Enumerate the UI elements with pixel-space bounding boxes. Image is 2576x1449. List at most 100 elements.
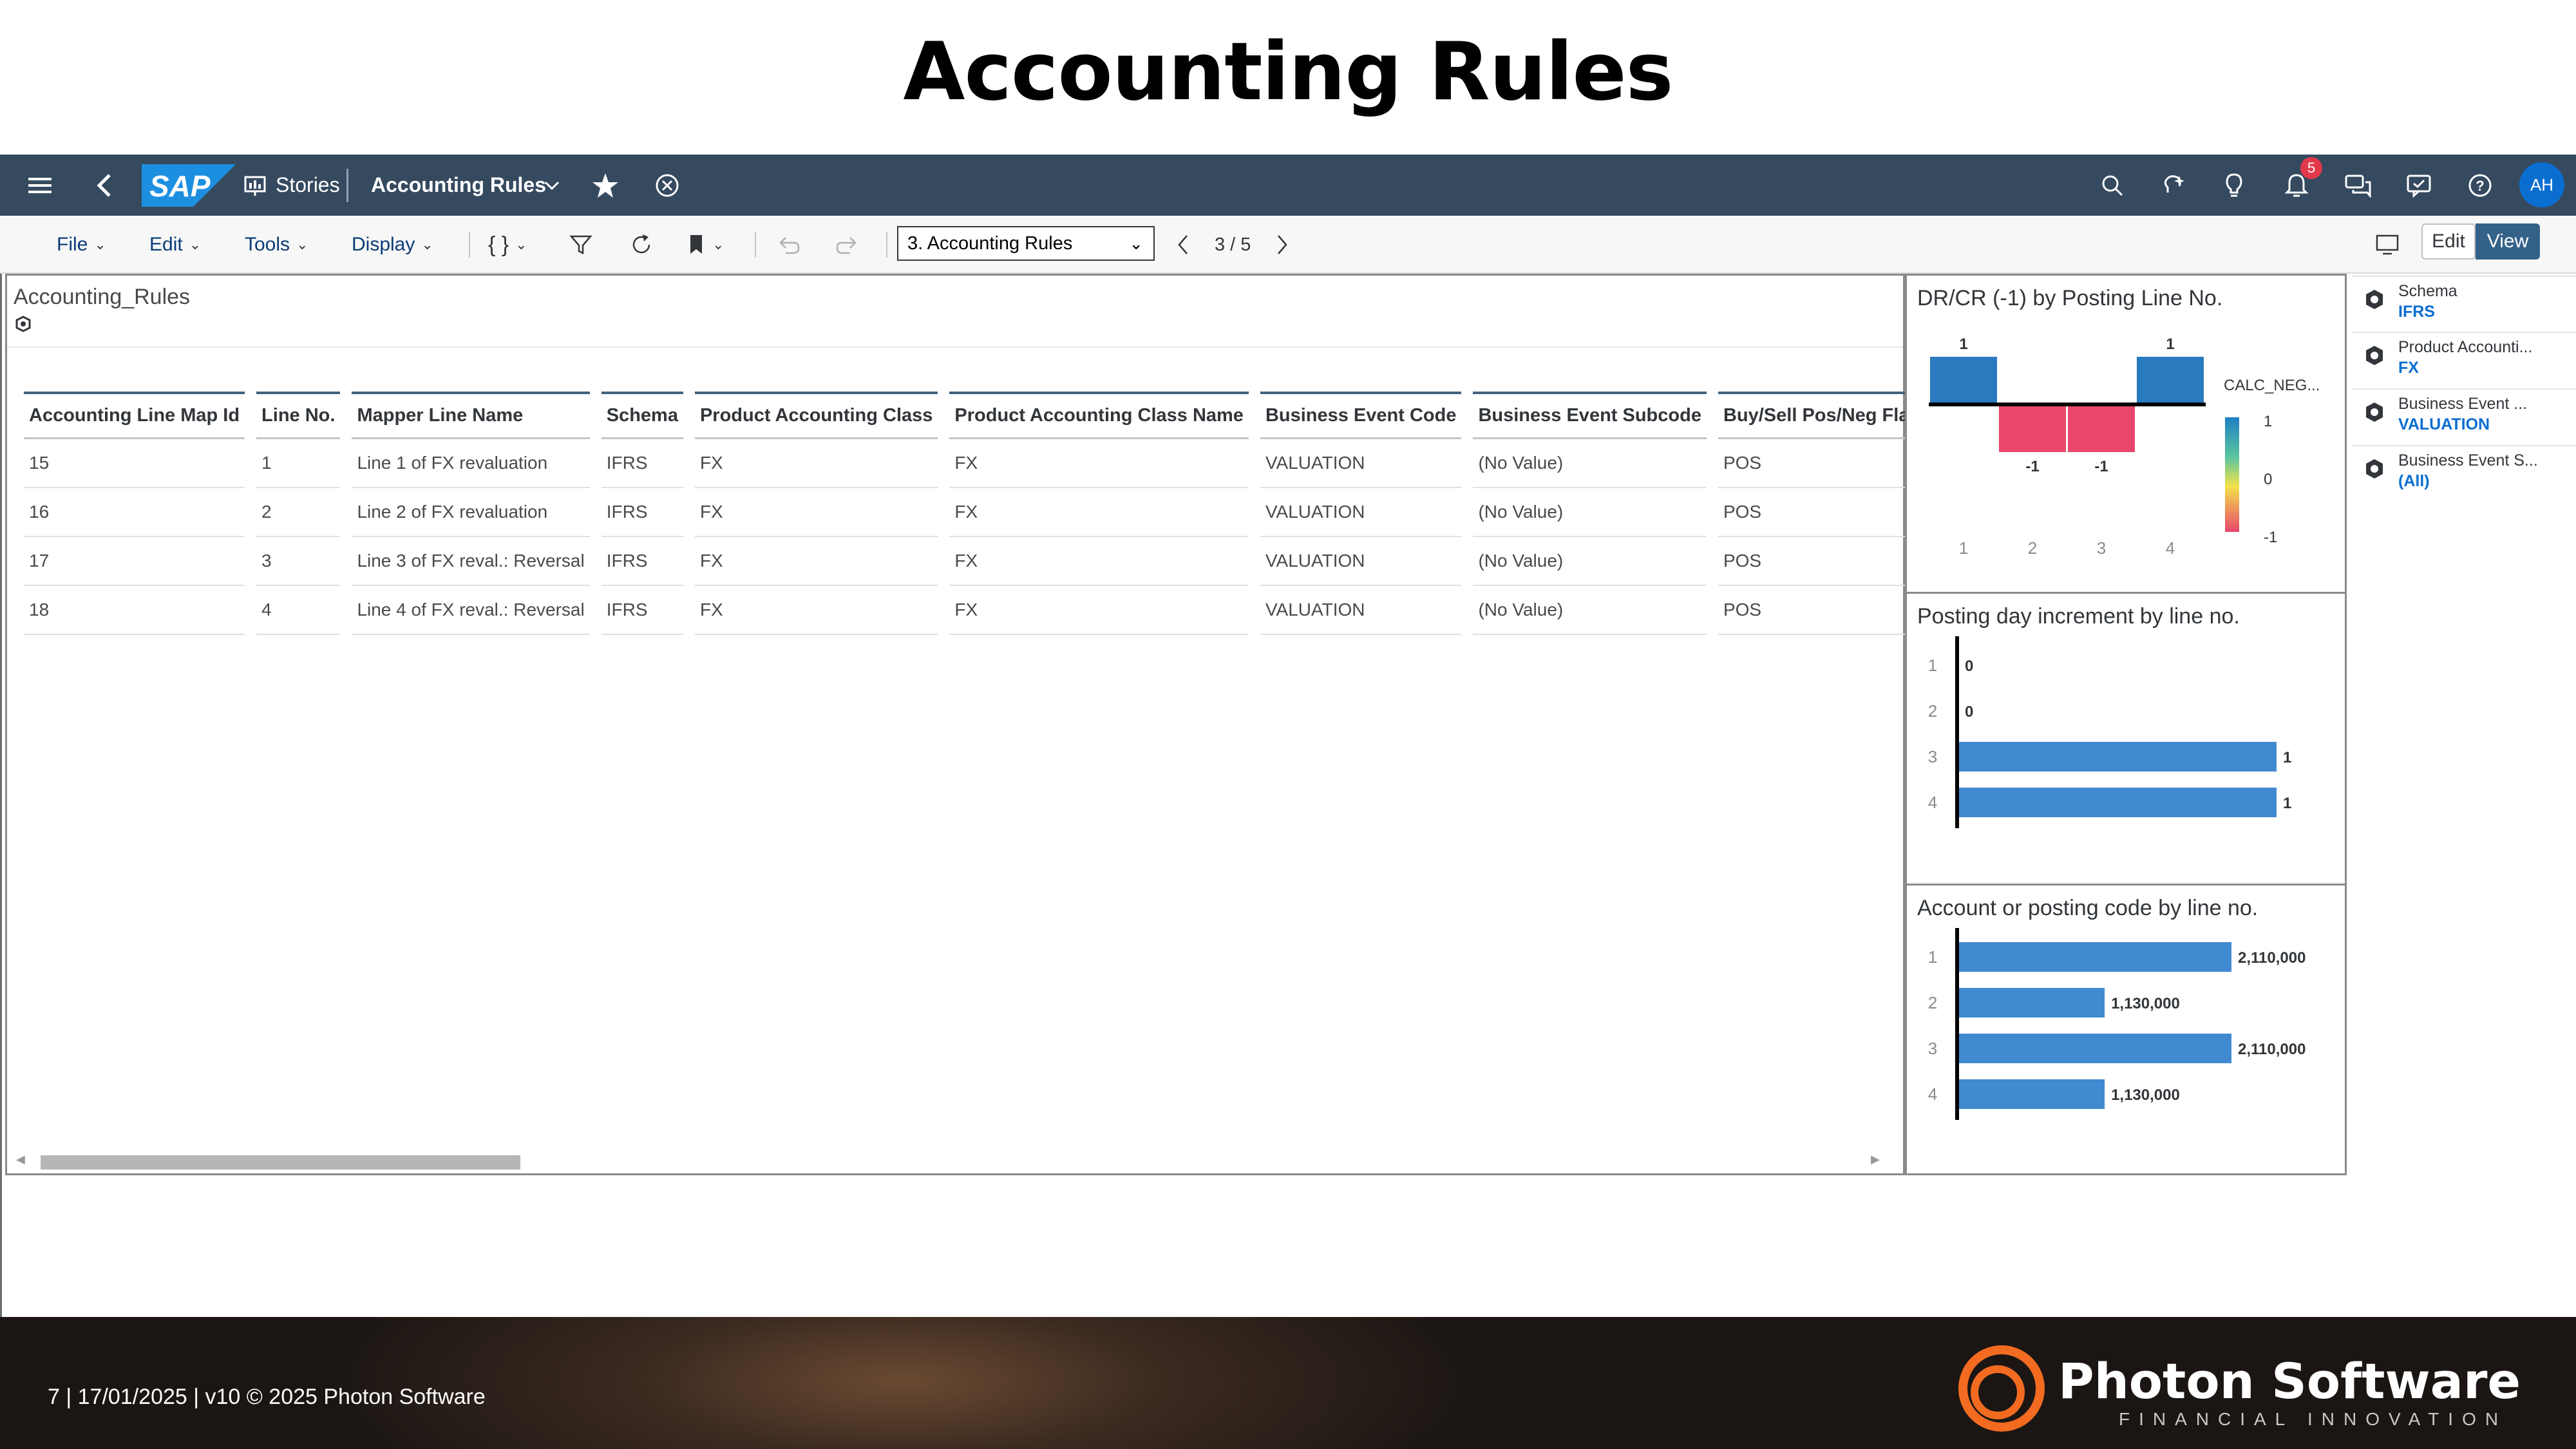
y-tick-label: 2	[1928, 701, 1937, 721]
table-cell: (No Value)	[1473, 537, 1707, 586]
file-menu[interactable]: File ⌄	[57, 216, 106, 274]
chart-title: Account or posting code by line no.	[1917, 896, 2259, 920]
table-cell: FX	[694, 537, 938, 586]
dr-cr-chart-panel[interactable]: DR/CR (-1) by Posting Line No. 1 1 -1 2 -1 3 1…	[1905, 274, 2347, 594]
chat-icon[interactable]	[2344, 155, 2371, 216]
table-cell: FX	[949, 488, 1249, 537]
y-tick-label: 4	[1928, 793, 1937, 812]
scroll-left-arrow[interactable]: ◀	[16, 1153, 25, 1166]
chart-bar	[1958, 788, 2277, 817]
bookmark-icon[interactable]: ⌄	[687, 216, 724, 274]
chart-bar	[1958, 1079, 2105, 1109]
filter-label: Product Accounti...	[2398, 338, 2533, 356]
undo-icon[interactable]	[777, 216, 800, 274]
data-label: 0	[1965, 703, 1973, 721]
filter-icon[interactable]	[569, 216, 592, 274]
redo-icon[interactable]	[836, 216, 859, 274]
table-row[interactable]: 17 3 Line 3 of FX reval.: Reversal IFRS FX FX…	[24, 537, 1926, 586]
table-cell: Line 2 of FX revaluation	[352, 488, 590, 537]
column-header[interactable]: Mapper Line Name	[352, 392, 590, 439]
menu-icon[interactable]	[26, 155, 54, 216]
scripting-braces-icon[interactable]: { } ⌄	[488, 216, 527, 274]
chart-bar	[1958, 988, 2105, 1018]
chevron-down-icon[interactable]	[544, 155, 560, 216]
filter-label: Schema	[2398, 282, 2458, 300]
app-title[interactable]: Accounting Rules	[371, 155, 546, 216]
table-row[interactable]: 18 4 Line 4 of FX reval.: Reversal IFRS FX FX…	[24, 586, 1926, 635]
feedback-icon[interactable]	[2406, 155, 2432, 216]
search-icon[interactable]	[2101, 155, 2124, 216]
data-label: 1	[1959, 336, 1967, 353]
input-control-filter[interactable]: Schema IFRS	[2352, 276, 2576, 325]
table-cell: Line 1 of FX revaluation	[352, 439, 590, 488]
table-cell: 3	[256, 537, 341, 586]
data-label: 1,130,000	[2111, 995, 2180, 1012]
scroll-right-arrow[interactable]: ▶	[1871, 1153, 1880, 1166]
previous-page-icon[interactable]	[1176, 216, 1190, 274]
legend-title: CALC_NEG...	[2224, 377, 2320, 394]
table-cell: POS	[1718, 439, 1926, 488]
chart-bar	[1958, 742, 2277, 772]
toolbar-divider	[886, 232, 887, 258]
next-page-icon[interactable]	[1275, 216, 1289, 274]
table-cell: IFRS	[601, 488, 683, 537]
avatar[interactable]: AH	[2519, 162, 2564, 207]
edit-menu[interactable]: Edit ⌄	[149, 216, 201, 274]
input-control-filter[interactable]: Business Event S... (All)	[2352, 445, 2576, 494]
ai-assistant-icon[interactable]	[2161, 155, 2186, 216]
dr-cr-bar-chart: 1 1 -1 2 -1 3 1 4 CALC_NEG... 1 0 -1	[1929, 336, 2320, 558]
posting-day-chart-panel[interactable]: Posting day increment by line no. 102031…	[1905, 592, 2347, 886]
table-row[interactable]: 15 1 Line 1 of FX revaluation IFRS FX FX VALUA…	[24, 439, 1926, 488]
table-row[interactable]: 16 2 Line 2 of FX revaluation IFRS FX FX VALUA…	[24, 488, 1926, 537]
posting-day-bar-chart: 1 0 2 0 3 1 4 1	[1928, 636, 2291, 828]
close-circle-icon[interactable]	[654, 155, 680, 216]
y-tick-label: 3	[1928, 1039, 1937, 1058]
table-header-divider	[7, 346, 1903, 348]
filter-value: VALUATION	[2398, 415, 2490, 433]
column-header[interactable]: Business Event Subcode	[1473, 392, 1707, 439]
tools-menu[interactable]: Tools ⌄	[245, 216, 308, 274]
refresh-icon[interactable]	[630, 216, 653, 274]
data-label: -1	[2025, 458, 2039, 475]
horizontal-scrollbar[interactable]	[41, 1155, 520, 1170]
stories-link[interactable]: Stories	[276, 155, 340, 216]
column-header[interactable]: Business Event Code	[1260, 392, 1462, 439]
table-cell: 1	[256, 439, 341, 488]
table-title: Accounting_Rules	[14, 285, 191, 309]
notification-badge: 5	[2300, 157, 2322, 179]
help-icon[interactable]: ?	[2468, 155, 2492, 216]
column-header[interactable]: Line No.	[256, 392, 341, 439]
column-header[interactable]: Accounting Line Map Id	[24, 392, 245, 439]
edit-mode-button[interactable]: Edit	[2421, 223, 2476, 260]
table-header-row: Accounting Line Map Id Line No. Mapper Lin…	[24, 392, 1926, 439]
back-icon[interactable]	[95, 155, 113, 216]
accounting-rules-table-panel[interactable]: Accounting_Rules Accounting Line Map Id L…	[5, 274, 1926, 1175]
table-cell: VALUATION	[1260, 586, 1462, 635]
filter-label: Business Event S...	[2398, 451, 2538, 469]
chevron-down-icon: ⌄	[712, 236, 724, 252]
input-control-filter[interactable]: Business Event ... VALUATION	[2352, 388, 2576, 437]
x-tick-label: 4	[2166, 538, 2175, 558]
stories-icon[interactable]	[243, 155, 267, 216]
y-tick-label: 4	[1928, 1084, 1937, 1104]
lightbulb-icon[interactable]	[2224, 155, 2244, 216]
y-tick-label: 1	[1928, 947, 1937, 967]
page-selector[interactable]: 3. Accounting Rules ⌄	[897, 226, 1155, 261]
input-control-filter[interactable]: Product Accounti... FX	[2352, 332, 2576, 381]
view-mode-button[interactable]: View	[2476, 223, 2540, 260]
column-header[interactable]: Buy/Sell Pos/Neg Flag	[1718, 392, 1926, 439]
column-header[interactable]: Schema	[601, 392, 683, 439]
device-preview-icon[interactable]	[2375, 216, 2400, 274]
legend-gradient	[2225, 417, 2239, 532]
edit-menu-label: Edit	[149, 234, 183, 255]
data-label: 0	[1965, 658, 1973, 675]
sap-logo[interactable]: SAP	[142, 155, 236, 216]
display-menu-label: Display	[352, 234, 415, 255]
display-menu[interactable]: Display ⌄	[352, 216, 433, 274]
column-header[interactable]: Product Accounting Class	[694, 392, 938, 439]
data-label: 1	[2283, 749, 2291, 766]
file-menu-label: File	[57, 234, 88, 255]
column-header[interactable]: Product Accounting Class Name	[949, 392, 1249, 439]
account-code-chart-panel[interactable]: Account or posting code by line no. 1 2,1…	[1905, 884, 2347, 1175]
favorite-star-icon[interactable]	[591, 155, 620, 216]
